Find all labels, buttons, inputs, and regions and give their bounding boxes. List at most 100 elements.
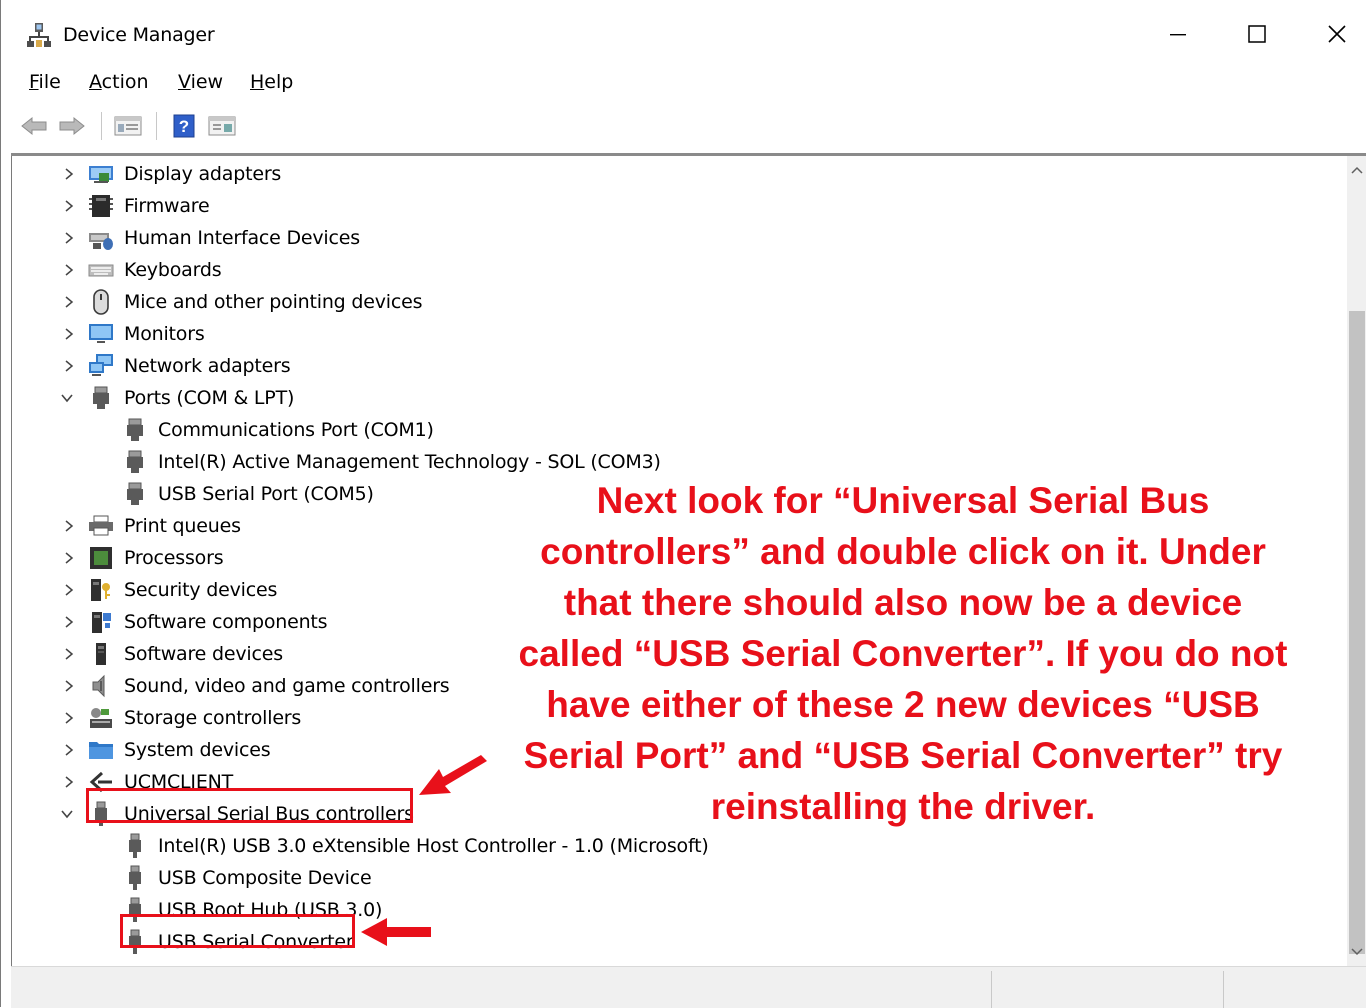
tree-item-label: Security devices xyxy=(124,579,278,601)
chevron-right-icon[interactable] xyxy=(62,359,76,373)
hid-icon xyxy=(89,233,113,250)
chevron-right-icon[interactable] xyxy=(62,647,76,661)
processor-icon xyxy=(90,547,112,569)
tree-item-label: Firmware xyxy=(124,195,210,217)
chevron-right-icon[interactable] xyxy=(62,743,76,757)
chevron-right-icon[interactable] xyxy=(62,199,76,213)
instruction-annotation: Next look for “Universal Serial Bus cont… xyxy=(518,480,1288,827)
tree-item-label: USB Composite Device xyxy=(158,867,372,889)
forward-button[interactable] xyxy=(57,112,87,140)
back-arrow-icon xyxy=(21,116,47,136)
printer-icon xyxy=(89,515,113,536)
scroll-down-button[interactable] xyxy=(1347,940,1366,964)
minimize-button[interactable] xyxy=(1138,0,1218,68)
device-manager-icon xyxy=(27,22,51,48)
tree-item-label: System devices xyxy=(124,739,271,761)
tree-item-communications-port[interactable]: Communications Port (COM1) xyxy=(12,414,912,446)
usb-serial-converter-highlight-box xyxy=(120,914,355,948)
chevron-right-icon[interactable] xyxy=(62,263,76,277)
chevron-right-icon[interactable] xyxy=(62,519,76,533)
port-icon xyxy=(127,450,143,473)
svg-text:?: ? xyxy=(179,117,189,136)
tree-item-label: USB Serial Port (COM5) xyxy=(158,483,374,505)
chevron-right-icon[interactable] xyxy=(62,711,76,725)
status-separator xyxy=(1223,971,1224,1008)
tree-item-monitors[interactable]: Monitors xyxy=(12,318,912,350)
tree-item-network-adapters[interactable]: Network adapters xyxy=(12,350,912,382)
scroll-up-button[interactable] xyxy=(1347,158,1366,182)
tree-item-label: Print queues xyxy=(124,515,241,537)
menu-help[interactable]: Help xyxy=(250,70,293,94)
tree-item-label: Intel(R) USB 3.0 eXtensible Host Control… xyxy=(158,835,709,857)
tree-item-ports[interactable]: Ports (COM & LPT) xyxy=(12,382,912,414)
software-device-icon xyxy=(96,643,106,665)
firmware-icon xyxy=(89,195,113,217)
tree-item-label: Human Interface Devices xyxy=(124,227,360,249)
maximize-icon xyxy=(1248,25,1266,43)
update-driver-button[interactable] xyxy=(207,112,237,140)
chevron-right-icon[interactable] xyxy=(62,295,76,309)
tree-item-label: Communications Port (COM1) xyxy=(158,419,434,441)
usb-icon xyxy=(129,865,141,890)
mouse-icon xyxy=(93,289,109,315)
title-bar[interactable]: Device Manager xyxy=(1,0,1366,68)
properties-button[interactable] xyxy=(113,112,143,140)
tree-item-human-interface-devices[interactable]: Human Interface Devices xyxy=(12,222,912,254)
tree-item-label: Software components xyxy=(124,611,328,633)
chevron-right-icon[interactable] xyxy=(62,775,76,789)
chevron-down-icon[interactable] xyxy=(60,391,74,405)
close-button[interactable] xyxy=(1297,0,1366,68)
tree-item-keyboards[interactable]: Keyboards xyxy=(12,254,912,286)
tree-item-display-adapters[interactable]: Display adapters xyxy=(12,158,912,190)
toolbar-separator xyxy=(101,112,102,140)
port-icon xyxy=(127,482,143,505)
chevron-down-icon[interactable] xyxy=(60,807,74,821)
chevron-right-icon[interactable] xyxy=(62,167,76,181)
chevron-right-icon[interactable] xyxy=(62,327,76,341)
storage-icon xyxy=(90,708,112,728)
maximize-button[interactable] xyxy=(1217,0,1297,68)
security-icon xyxy=(91,579,110,601)
scroll-thumb[interactable] xyxy=(1349,311,1365,954)
vertical-scrollbar[interactable] xyxy=(1347,156,1366,966)
back-button[interactable] xyxy=(19,112,49,140)
close-icon xyxy=(1328,25,1346,43)
forward-arrow-icon xyxy=(59,116,85,136)
port-icon xyxy=(93,386,109,409)
tree-item-label: Sound, video and game controllers xyxy=(124,675,450,697)
chevron-right-icon[interactable] xyxy=(62,615,76,629)
tree-item-label: Display adapters xyxy=(124,163,282,185)
menu-file[interactable]: File xyxy=(29,70,61,94)
chevron-right-icon[interactable] xyxy=(62,231,76,245)
red-arrow-icon xyxy=(419,755,487,795)
toolbar-separator xyxy=(156,112,157,140)
keyboard-icon xyxy=(88,264,114,277)
chevron-up-icon xyxy=(1351,166,1363,174)
tree-item-label: Keyboards xyxy=(124,259,222,281)
system-folder-icon xyxy=(89,742,113,759)
menu-bar: File Action View Help xyxy=(1,68,1366,98)
tree-item-mice[interactable]: Mice and other pointing devices xyxy=(12,286,912,318)
window-title: Device Manager xyxy=(63,24,215,46)
tree-item-label: Monitors xyxy=(124,323,205,345)
software-component-icon xyxy=(92,612,111,633)
tree-item-intel-usb-host-controller[interactable]: Intel(R) USB 3.0 eXtensible Host Control… xyxy=(12,830,912,862)
tree-item-label: Processors xyxy=(124,547,224,569)
menu-view[interactable]: View xyxy=(178,70,223,94)
update-driver-icon xyxy=(208,116,236,136)
chevron-right-icon[interactable] xyxy=(62,551,76,565)
tree-item-firmware[interactable]: Firmware xyxy=(12,190,912,222)
minimize-icon xyxy=(1170,34,1186,36)
help-icon: ? xyxy=(173,114,195,138)
chevron-right-icon[interactable] xyxy=(62,679,76,693)
usb-controllers-highlight-box xyxy=(86,788,413,823)
menu-action[interactable]: Action xyxy=(89,70,149,94)
display-adapter-icon xyxy=(89,166,113,183)
tree-item-intel-amt-sol[interactable]: Intel(R) Active Management Technology - … xyxy=(12,446,912,478)
tree-item-label: Intel(R) Active Management Technology - … xyxy=(158,451,661,473)
tree-item-usb-composite-device[interactable]: USB Composite Device xyxy=(12,862,912,894)
tree-item-label: Ports (COM & LPT) xyxy=(124,387,295,409)
tree-item-label: Mice and other pointing devices xyxy=(124,291,423,313)
chevron-right-icon[interactable] xyxy=(62,583,76,597)
help-button[interactable]: ? xyxy=(169,112,199,140)
